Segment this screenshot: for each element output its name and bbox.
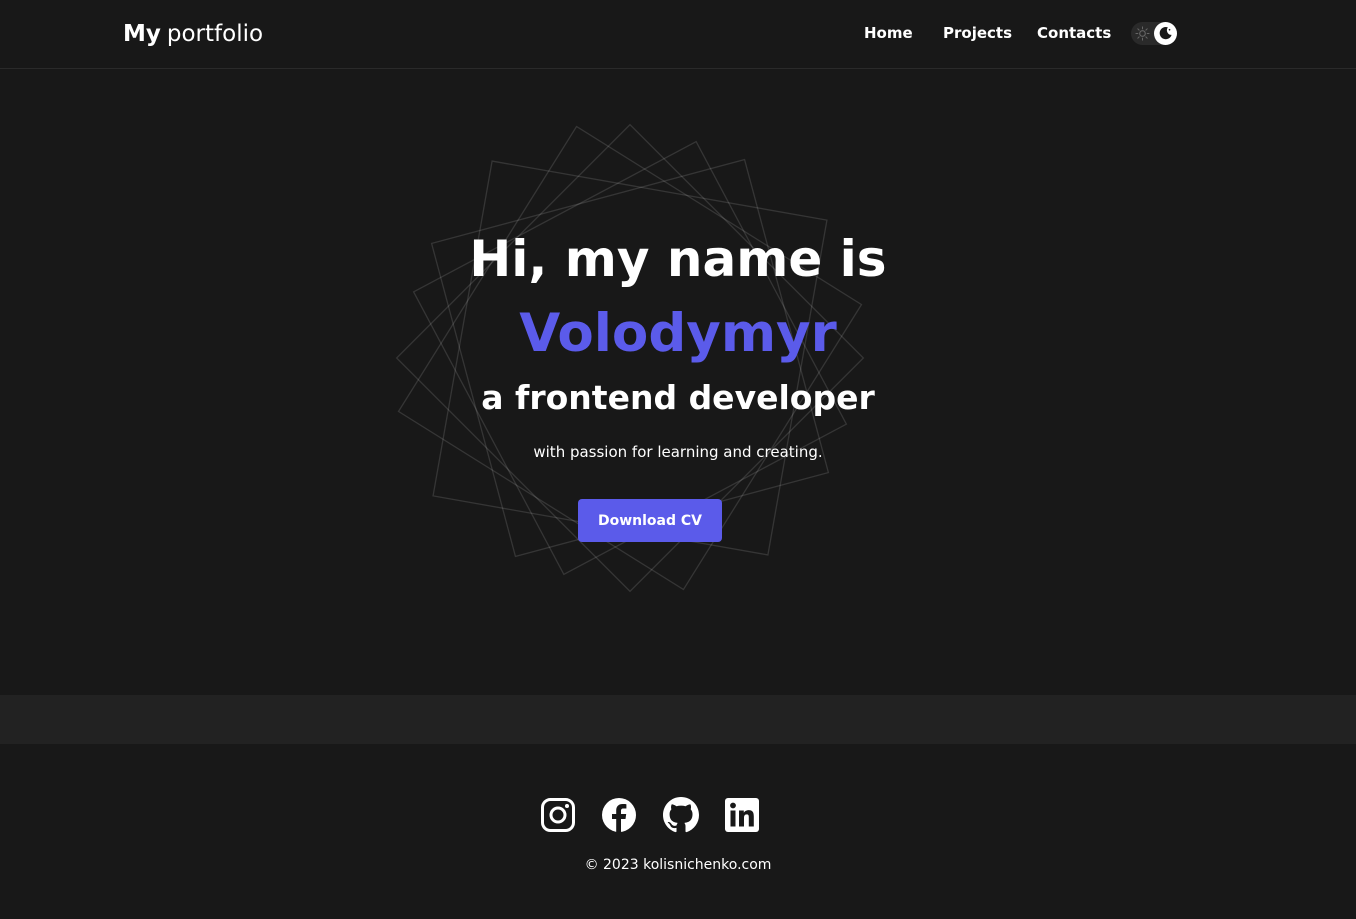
github-icon [663,797,699,833]
site-logo[interactable]: My portfolio [123,19,263,49]
toggle-knob [1154,22,1177,45]
copyright-text: © 2023 kolisnichenko.com [584,857,772,873]
facebook-icon [601,797,637,833]
facebook-link[interactable] [601,797,637,833]
github-link[interactable] [663,797,699,833]
download-cv-button[interactable]: Download CV [578,499,722,542]
moon-icon [1158,26,1173,41]
logo-light-text: portfolio [166,21,264,47]
logo-bold-text: My [123,21,161,47]
instagram-icon [540,797,576,833]
hero-title: Hi, my name is [469,230,887,288]
section-divider-band [0,695,1356,744]
hero-section: Hi, my name is Volodymyr a frontend deve… [0,69,1356,695]
instagram-link[interactable] [540,797,576,833]
nav-projects[interactable]: Projects [943,24,1012,42]
sun-icon [1135,26,1150,41]
site-header: My portfolio Home Projects Contacts [0,0,1356,69]
site-footer: © 2023 kolisnichenko.com [0,744,1356,919]
linkedin-icon [724,797,760,833]
hero-role: a frontend developer [481,378,875,417]
hero-name: Volodymyr [519,303,837,364]
theme-toggle[interactable] [1131,22,1177,45]
linkedin-link[interactable] [724,797,760,833]
hero-tagline: with passion for learning and creating. [533,443,823,461]
nav-contacts[interactable]: Contacts [1037,24,1111,42]
nav-home[interactable]: Home [864,24,913,42]
